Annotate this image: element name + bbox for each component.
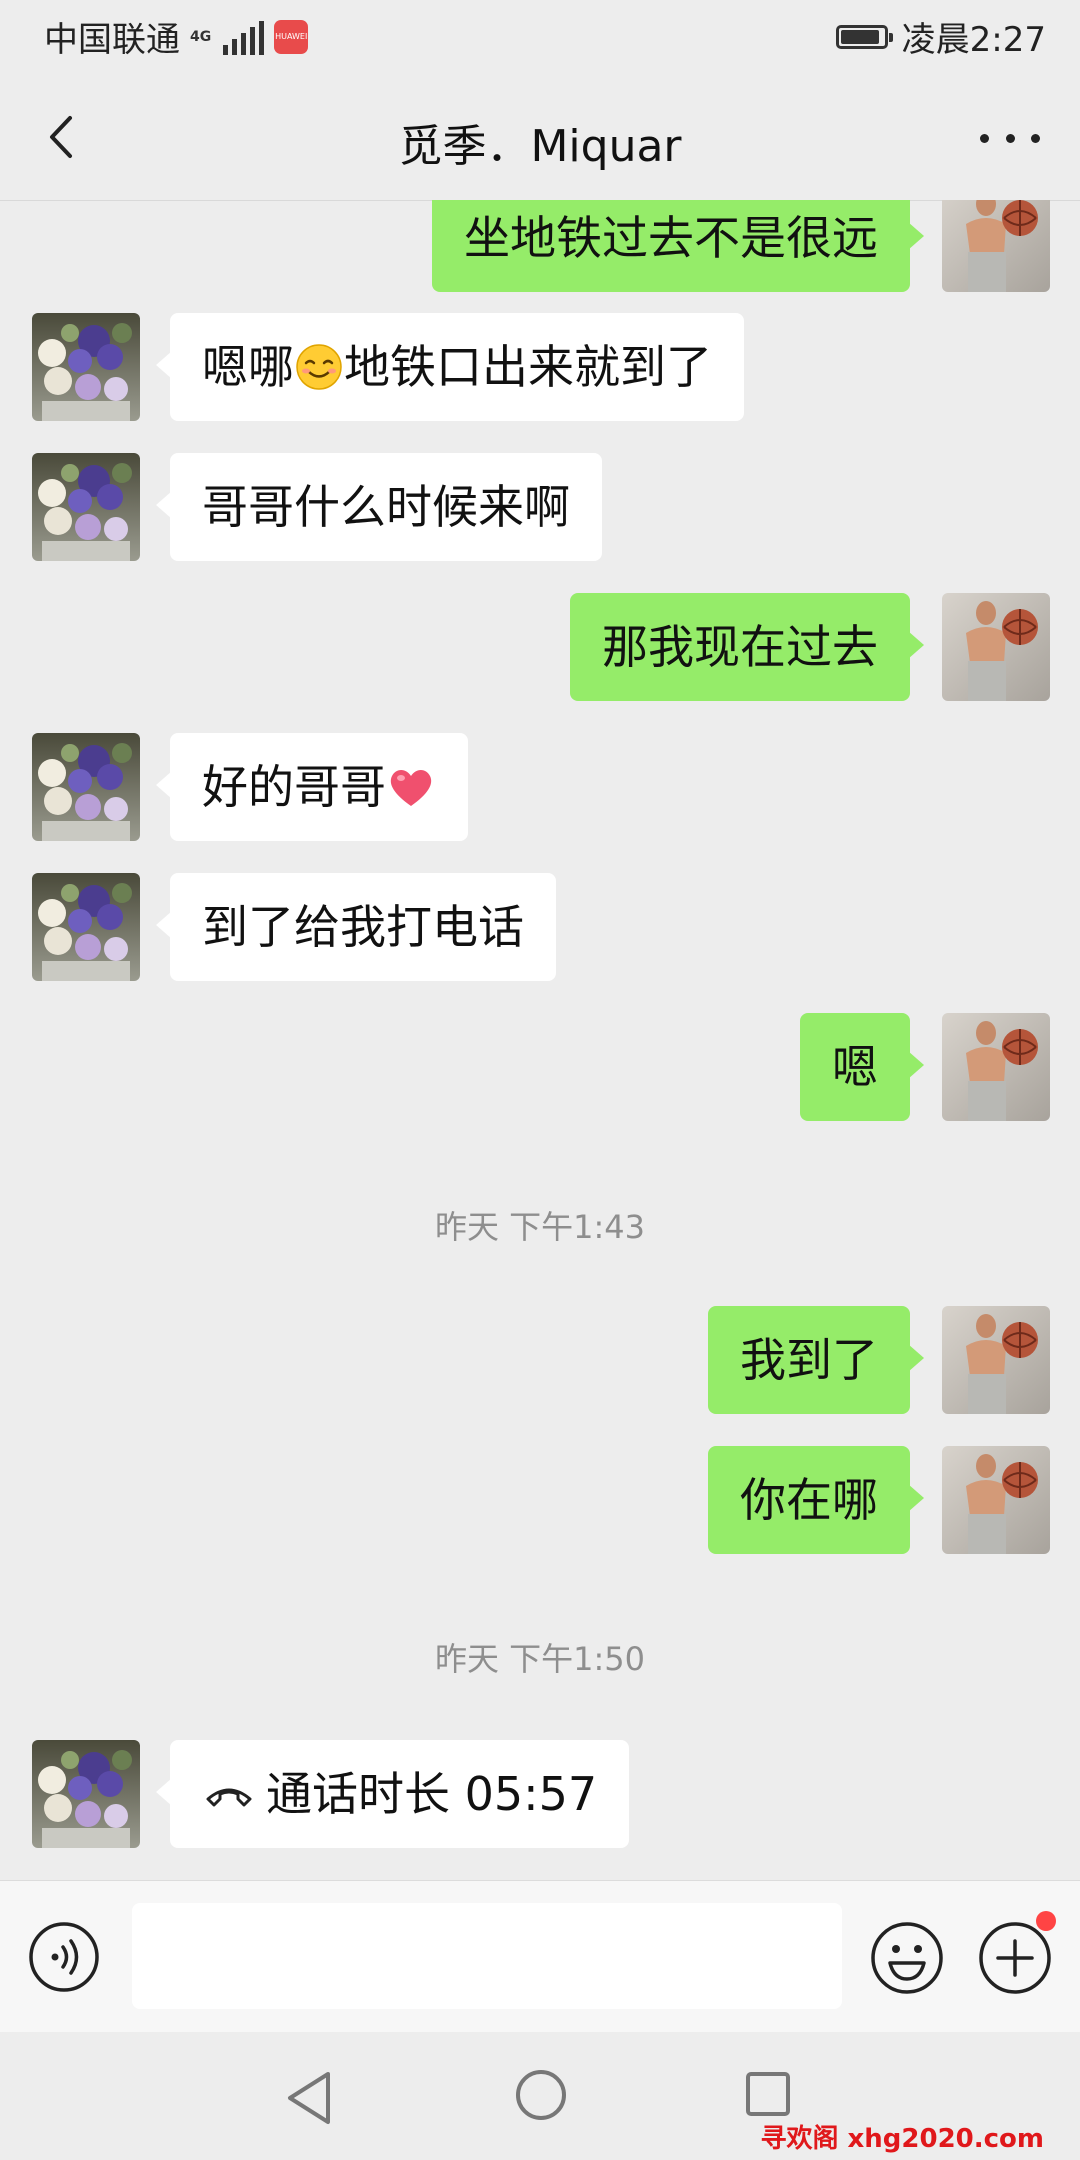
nav-back-triangle-icon[interactable] <box>282 2068 338 2128</box>
status-left: 中国联通 4G HUAWEI <box>44 12 309 61</box>
battery-fill <box>840 29 879 44</box>
message-row-sent: 你在哪 <box>0 1446 1080 1554</box>
notification-dot <box>1036 1911 1056 1931</box>
watermark-text: 寻欢阁 xhg2020.com <box>760 2124 1044 2154</box>
voice-input-icon[interactable] <box>28 1921 100 1993</box>
message-list[interactable]: 坐地铁过去不是很远 嗯哪 地铁口出来就到了 哥哥什么时候来啊 那我现在过去 好的哥… <box>0 200 1080 1880</box>
message-text: 那我现在过去 <box>602 620 878 674</box>
timestamp-divider: 昨天 下午1:43 <box>434 1208 646 1246</box>
heart-emoji <box>390 769 432 806</box>
input-bar <box>0 1880 1080 2033</box>
message-row-sent: 坐地铁过去不是很远 <box>0 200 1080 292</box>
signal-icon <box>223 19 265 55</box>
chat-header: 觅季．Miquar <box>0 74 1080 201</box>
more-dots-icon[interactable] <box>980 118 1040 158</box>
avatar-contact[interactable] <box>32 313 140 421</box>
avatar-self[interactable] <box>942 1446 1050 1554</box>
avatar-contact[interactable] <box>32 733 140 841</box>
message-bubble[interactable]: 哥哥什么时候来啊 <box>156 453 602 561</box>
avatar-contact[interactable] <box>32 1740 140 1848</box>
message-text: 地铁口出来就到了 <box>344 340 712 394</box>
avatar-contact[interactable] <box>32 873 140 981</box>
message-row-received: 哥哥什么时候来啊 <box>0 453 1080 561</box>
call-duration-text: 通话时长 05:57 <box>266 1767 598 1821</box>
message-row-sent: 我到了 <box>0 1306 1080 1414</box>
message-bubble[interactable]: 你在哪 <box>708 1446 924 1554</box>
message-bubble[interactable]: 好的哥哥 <box>156 733 468 841</box>
message-bubble[interactable]: 那我现在过去 <box>570 593 924 701</box>
timestamp-divider: 昨天 下午1:50 <box>434 1640 646 1678</box>
message-input[interactable] <box>132 1903 842 2009</box>
message-bubble[interactable]: 我到了 <box>708 1306 924 1414</box>
message-bubble[interactable]: 嗯哪 地铁口出来就到了 <box>156 313 744 421</box>
message-row-received: 通话时长 05:57 <box>0 1740 1080 1848</box>
emoji-icon[interactable] <box>870 1921 944 1995</box>
plus-icon[interactable] <box>978 1921 1052 1995</box>
nav-home-circle-icon[interactable] <box>514 2068 568 2122</box>
carrier-label: 中国联通 <box>44 20 180 60</box>
call-record-bubble[interactable]: 通话时长 05:57 <box>155 1740 630 1848</box>
battery-icon <box>835 24 893 49</box>
message-text: 你在哪 <box>740 1473 878 1527</box>
nav-recent-square-icon[interactable] <box>744 2070 792 2118</box>
system-nav-bar: 寻欢阁 xhg2020.com <box>0 2032 1080 2160</box>
message-text: 哥哥什么时候来啊 <box>202 480 570 534</box>
avatar-contact[interactable] <box>32 453 140 561</box>
avatar-self[interactable] <box>942 1306 1050 1414</box>
avatar-self[interactable] <box>942 200 1050 292</box>
status-time: 凌晨2:27 <box>901 20 1046 60</box>
message-row-received: 好的哥哥 <box>0 733 1080 841</box>
message-text: 嗯哪 <box>202 340 294 394</box>
message-text: 嗯 <box>832 1040 878 1094</box>
network-type-label: 4G <box>190 28 212 45</box>
message-text: 坐地铁过去不是很远 <box>464 211 878 265</box>
app-notification-icon: HUAWEI <box>274 19 309 54</box>
message-bubble[interactable]: 嗯 <box>800 1013 924 1121</box>
status-right: 凌晨2:27 <box>835 12 1046 61</box>
message-text: 我到了 <box>740 1333 878 1387</box>
phone-hangup-icon <box>206 1788 252 1806</box>
chat-title: 觅季．Miquar <box>398 121 682 172</box>
message-row-sent: 那我现在过去 <box>0 593 1080 701</box>
message-row-received: 到了给我打电话 <box>0 873 1080 981</box>
status-bar: 中国联通 4G HUAWEI 凌晨2:27 <box>0 0 1080 74</box>
smiling-face-emoji <box>296 343 342 390</box>
message-text: 到了给我打电话 <box>202 900 524 954</box>
avatar-self[interactable] <box>942 593 1050 701</box>
message-row-sent: 嗯 <box>0 1013 1080 1121</box>
avatar-self[interactable] <box>942 1013 1050 1121</box>
message-bubble[interactable]: 坐地铁过去不是很远 <box>432 200 924 292</box>
message-row-received: 嗯哪 地铁口出来就到了 <box>0 313 1080 421</box>
message-bubble[interactable]: 到了给我打电话 <box>156 873 556 981</box>
message-text: 好的哥哥 <box>202 760 386 814</box>
